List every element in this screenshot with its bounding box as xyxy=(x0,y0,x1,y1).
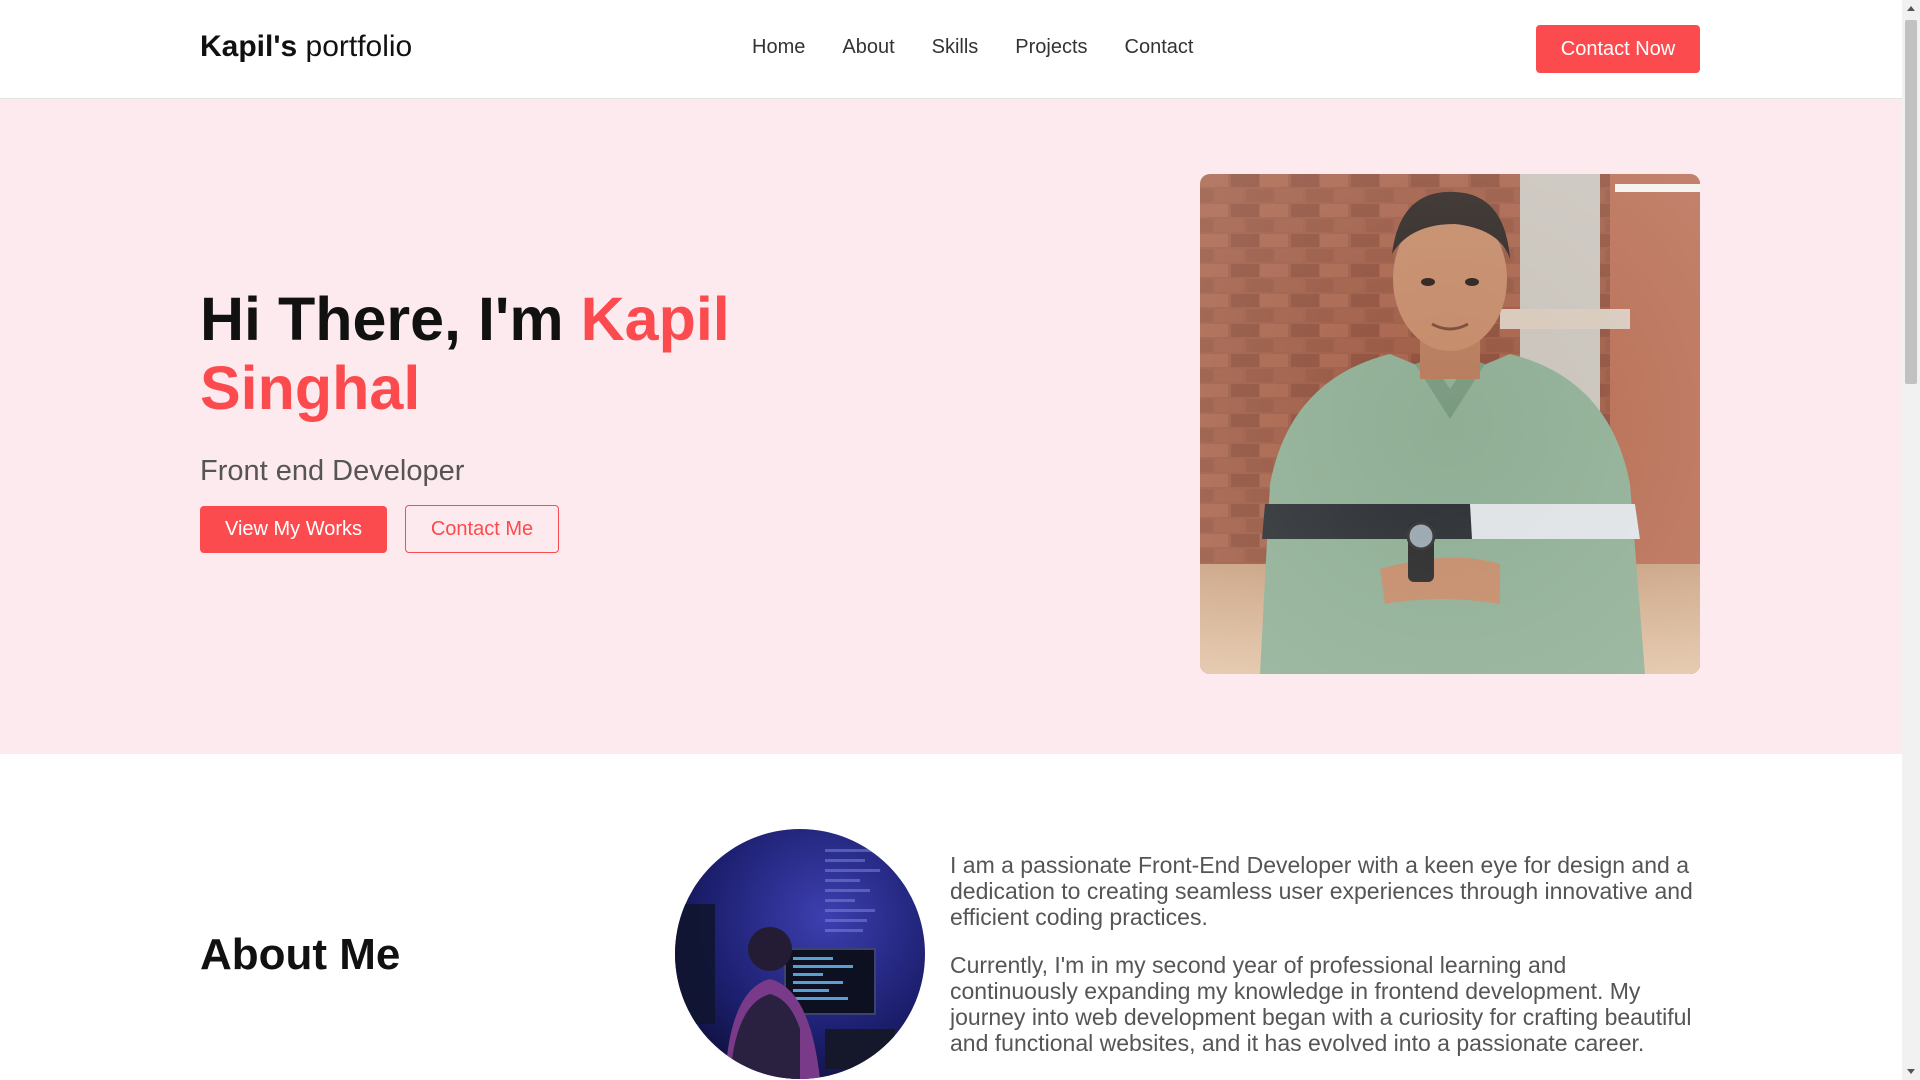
hero-subtitle: Front end Developer xyxy=(200,455,465,487)
contact-me-button[interactable]: Contact Me xyxy=(405,505,559,553)
about-paragraph-2: Currently, I'm in my second year of prof… xyxy=(950,952,1692,1056)
page-scrollbar[interactable] xyxy=(1902,0,1920,1080)
profile-photo xyxy=(1200,174,1700,674)
nav-projects[interactable]: Projects xyxy=(1015,36,1087,59)
scrollbar-thumb[interactable] xyxy=(1905,20,1917,384)
nav-contact[interactable]: Contact xyxy=(1125,36,1194,59)
contact-now-button[interactable]: Contact Now xyxy=(1536,25,1700,73)
scroll-down-arrow-icon[interactable] xyxy=(1902,1063,1920,1080)
site-logo[interactable]: Kapil's portfolio xyxy=(200,30,412,64)
nav-about[interactable]: About xyxy=(842,36,894,59)
about-image xyxy=(675,829,925,1079)
hero-section: Hi There, I'm Kapil Singhal Front end De… xyxy=(0,99,1902,754)
about-text: I am a passionate Front-End Developer wi… xyxy=(950,852,1700,1078)
main-nav: Home About Skills Projects Contact xyxy=(752,36,1193,59)
logo-bold: Kapil's xyxy=(200,30,298,63)
nav-home[interactable]: Home xyxy=(752,36,805,59)
hero-title: Hi There, I'm Kapil Singhal xyxy=(200,285,800,423)
nav-skills[interactable]: Skills xyxy=(932,36,979,59)
logo-rest: portfolio xyxy=(297,30,413,63)
hero-greeting: Hi There, I'm xyxy=(200,285,581,353)
site-header: Kapil's portfolio Home About Skills Proj… xyxy=(0,0,1902,99)
scroll-up-arrow-icon[interactable] xyxy=(1902,0,1920,17)
view-my-works-button[interactable]: View My Works xyxy=(200,506,387,553)
about-title: About Me xyxy=(200,930,401,979)
about-paragraph-1: I am a passionate Front-End Developer wi… xyxy=(950,852,1693,930)
